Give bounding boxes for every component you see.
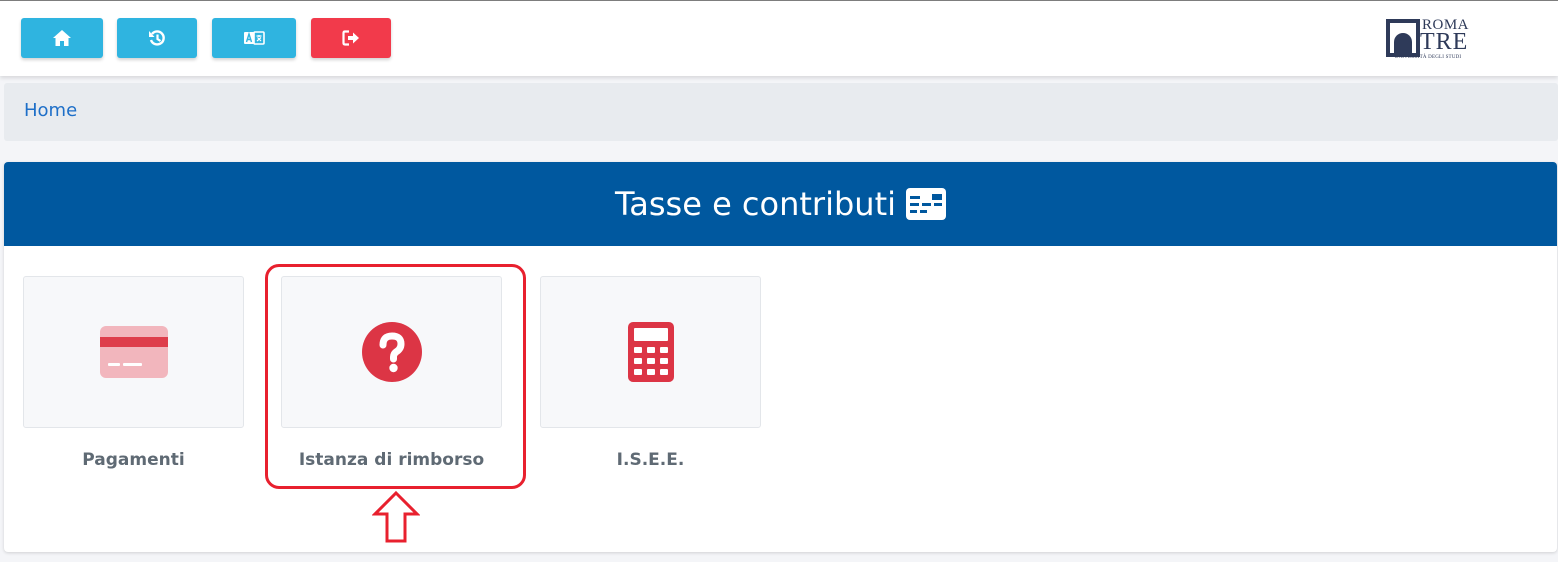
credit-card-icon xyxy=(99,326,168,378)
card-header: Tasse e contributi xyxy=(4,162,1557,246)
breadcrumb: Home xyxy=(4,83,1558,141)
home-button[interactable] xyxy=(21,18,103,58)
tile-isee[interactable]: I.S.E.E. xyxy=(540,276,761,470)
roma-tre-logo[interactable]: ROMA TRE UNIVERSITÀ DEGLI STUDI xyxy=(1386,17,1470,61)
history-icon xyxy=(149,30,165,46)
language-button[interactable] xyxy=(212,18,296,58)
breadcrumb-home-link[interactable]: Home xyxy=(24,100,77,121)
sign-out-icon xyxy=(342,30,359,46)
tile-label: I.S.E.E. xyxy=(616,450,685,470)
translate-icon xyxy=(244,31,265,45)
history-button[interactable] xyxy=(117,18,197,58)
tasse-contributi-card: Tasse e contributi Pagamenti Istanza di … xyxy=(4,162,1557,552)
tile-label: Pagamenti xyxy=(82,450,185,470)
top-navbar: ROMA TRE UNIVERSITÀ DEGLI STUDI xyxy=(0,0,1558,76)
annotation-highlight-box xyxy=(265,264,526,489)
annotation-arrow-up-icon xyxy=(371,490,421,548)
tile-pagamenti[interactable]: Pagamenti xyxy=(23,276,244,470)
calculator-icon xyxy=(627,322,674,382)
logout-button[interactable] xyxy=(311,18,391,58)
logo-text-tre: TRE xyxy=(1420,29,1469,55)
logo-mark xyxy=(1386,19,1420,57)
money-card-icon xyxy=(906,188,946,220)
page-title: Tasse e contributi xyxy=(615,185,896,223)
logo-subtitle: UNIVERSITÀ DEGLI STUDI xyxy=(1394,55,1462,60)
tile-pagamenti-box[interactable] xyxy=(23,276,244,428)
home-icon xyxy=(53,30,71,46)
tile-isee-box[interactable] xyxy=(540,276,761,428)
